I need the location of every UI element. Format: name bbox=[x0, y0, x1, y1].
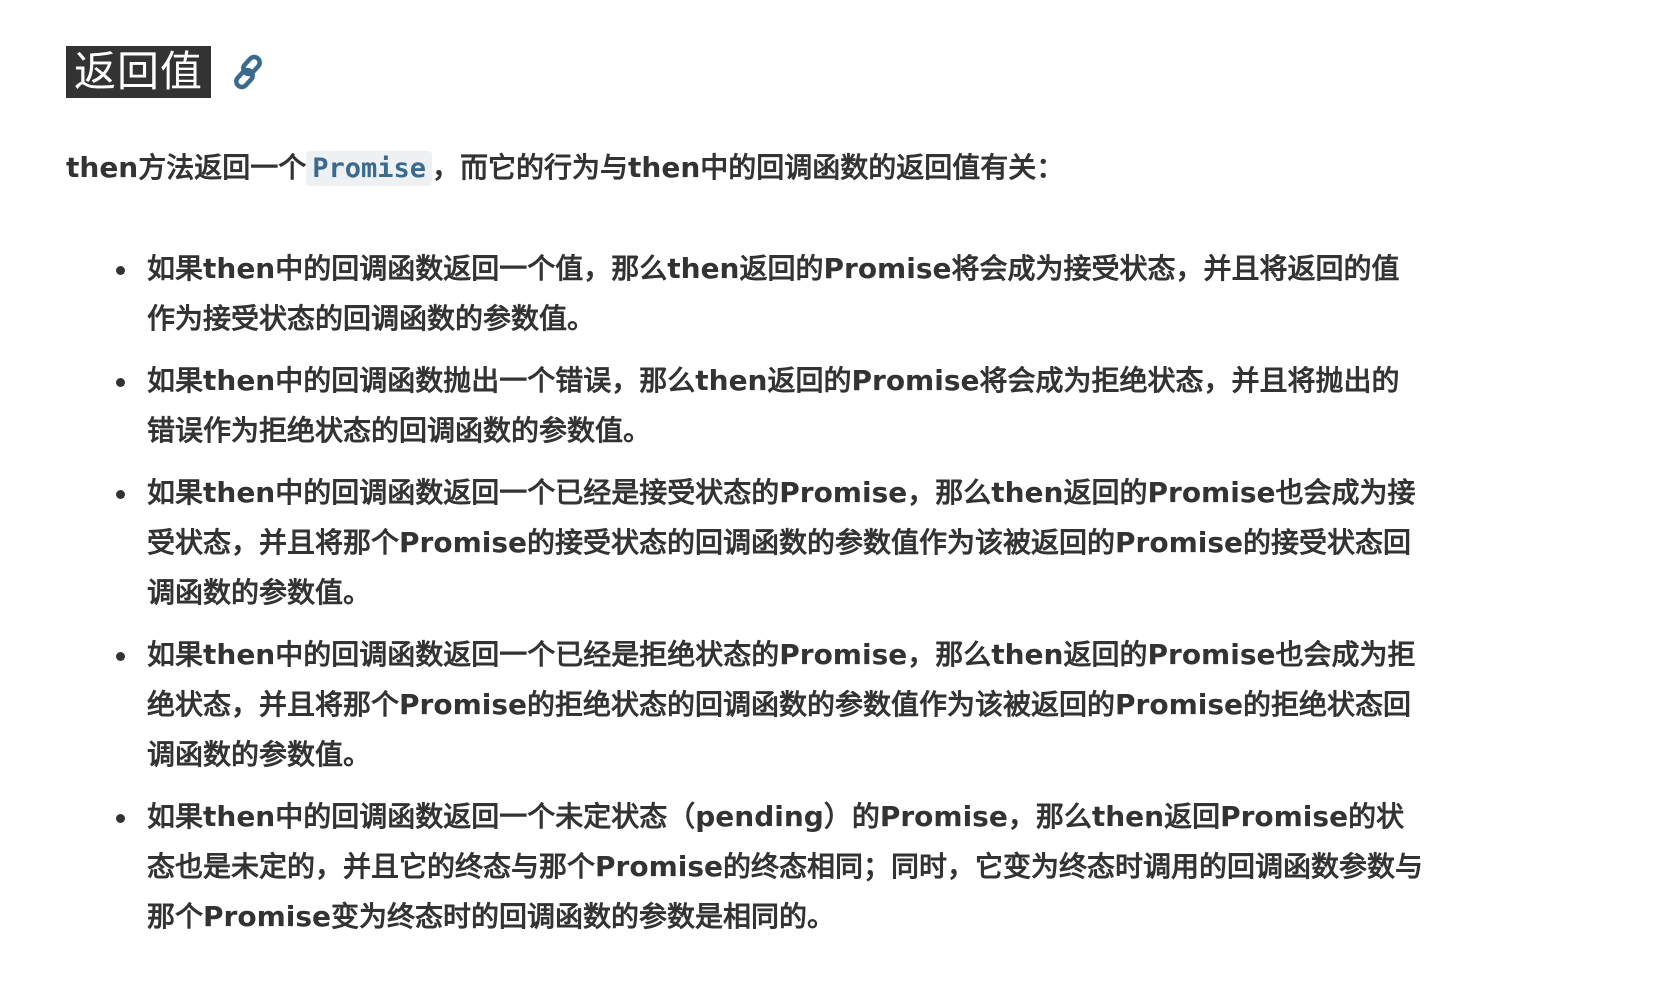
heading-anchor-link[interactable] bbox=[229, 52, 269, 92]
list-item: 如果then中的回调函数返回一个已经是接受状态的Promise，那么then返回… bbox=[66, 468, 1426, 618]
promise-inline-code: Promise bbox=[306, 151, 433, 186]
section-heading-row: 返回值 bbox=[66, 46, 269, 98]
list-item: 如果then中的回调函数返回一个已经是拒绝状态的Promise，那么then返回… bbox=[66, 630, 1426, 780]
list-item: 如果then中的回调函数抛出一个错误，那么then返回的Promise将会成为拒… bbox=[66, 356, 1426, 456]
intro-text-before: then方法返回一个 bbox=[66, 151, 307, 184]
intro-paragraph: then方法返回一个 Promise ，而它的行为与then中的回调函数的返回值有关… bbox=[66, 144, 1064, 193]
document-page: 返回值 then方法返回一个 Promise ，而它的行为与then中的回调函数的返… bbox=[0, 0, 1664, 998]
return-value-rules-list: 如果then中的回调函数返回一个值，那么then返回的Promise将会成为接受… bbox=[66, 244, 1426, 954]
intro-text-after: ，而它的行为与then中的回调函数的返回值有关： bbox=[432, 151, 1065, 184]
section-heading: 返回值 bbox=[66, 46, 212, 98]
link-icon bbox=[229, 52, 269, 92]
list-item: 如果then中的回调函数返回一个未定状态（pending）的Promise，那么… bbox=[66, 792, 1426, 942]
list-item: 如果then中的回调函数返回一个值，那么then返回的Promise将会成为接受… bbox=[66, 244, 1426, 344]
